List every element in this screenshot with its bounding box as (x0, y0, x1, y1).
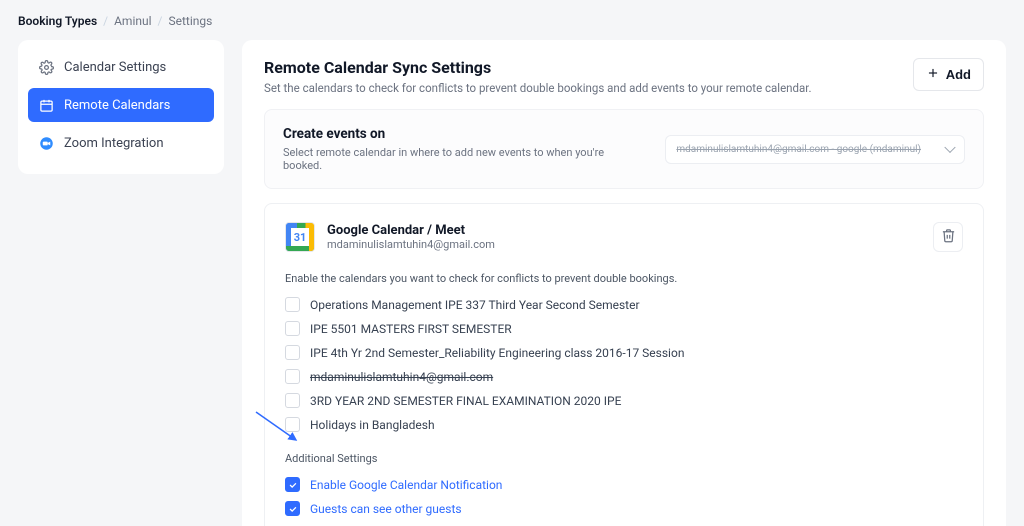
calendar-checkbox-row[interactable]: mdaminulislamtuhin4@gmail.com (285, 369, 963, 384)
account-title: Google Calendar / Meet (327, 223, 495, 238)
calendar-checkbox-row[interactable]: 3RD YEAR 2ND SEMESTER FINAL EXAMINATION … (285, 393, 963, 408)
breadcrumb-aminul[interactable]: Aminul (114, 14, 151, 28)
gear-icon (38, 59, 54, 75)
sidebar-item-label: Zoom Integration (64, 136, 164, 151)
checkbox-icon (285, 321, 300, 336)
sidebar-item-label: Remote Calendars (64, 98, 170, 113)
conflict-helper-text: Enable the calendars you want to check f… (285, 272, 963, 285)
main-panel: Remote Calendar Sync Settings Set the ca… (242, 40, 1006, 526)
create-events-panel: Create events on Select remote calendar … (264, 109, 984, 189)
calendar-icon (38, 97, 54, 113)
checkbox-checked-icon (285, 501, 300, 516)
calendar-checkbox-row[interactable]: IPE 5501 MASTERS FIRST SEMESTER (285, 321, 963, 336)
zoom-icon (38, 135, 54, 151)
sidebar-item-zoom-integration[interactable]: Zoom Integration (28, 126, 214, 160)
breadcrumb-booking-types[interactable]: Booking Types (18, 14, 97, 28)
create-events-subtitle: Select remote calendar in where to add n… (283, 146, 645, 172)
toggle-guests-see-guests[interactable]: Guests can see other guests (285, 501, 963, 516)
breadcrumb: Booking Types / Aminul / Settings (18, 14, 1006, 28)
delete-account-button[interactable] (933, 222, 963, 252)
create-events-title: Create events on (283, 126, 645, 142)
calendar-account-panel: Google Calendar / Meet mdaminulislamtuhi… (264, 203, 984, 526)
google-calendar-icon (285, 222, 315, 252)
sidebar-item-label: Calendar Settings (64, 60, 166, 75)
calendar-checkbox-row[interactable]: Operations Management IPE 337 Third Year… (285, 297, 963, 312)
breadcrumb-settings: Settings (168, 14, 212, 28)
calendar-checkbox-list: Operations Management IPE 337 Third Year… (285, 297, 963, 432)
add-button[interactable]: Add (913, 58, 984, 91)
page-title: Remote Calendar Sync Settings (264, 58, 812, 77)
plus-icon (926, 66, 940, 83)
checkbox-icon (285, 297, 300, 312)
sidebar-item-remote-calendars[interactable]: Remote Calendars (28, 88, 214, 122)
create-events-select[interactable]: mdaminulislamtuhin4@gmail.com - google (… (665, 135, 965, 164)
toggle-google-cal-notification[interactable]: Enable Google Calendar Notification (285, 477, 963, 492)
settings-sidebar: Calendar Settings Remote Calendars Zoom … (18, 40, 224, 174)
additional-settings-heading: Additional Settings (285, 452, 963, 465)
checkbox-checked-icon (285, 477, 300, 492)
calendar-checkbox-row[interactable]: Holidays in Bangladesh (285, 417, 963, 432)
calendar-checkbox-row[interactable]: IPE 4th Yr 2nd Semester_Reliability Engi… (285, 345, 963, 360)
checkbox-icon (285, 345, 300, 360)
sidebar-item-calendar-settings[interactable]: Calendar Settings (28, 50, 214, 84)
account-email: mdaminulislamtuhin4@gmail.com (327, 238, 495, 251)
checkbox-icon (285, 417, 300, 432)
page-subtitle: Set the calendars to check for conflicts… (264, 81, 812, 95)
checkbox-icon (285, 393, 300, 408)
checkbox-icon (285, 369, 300, 384)
trash-icon (941, 228, 956, 246)
